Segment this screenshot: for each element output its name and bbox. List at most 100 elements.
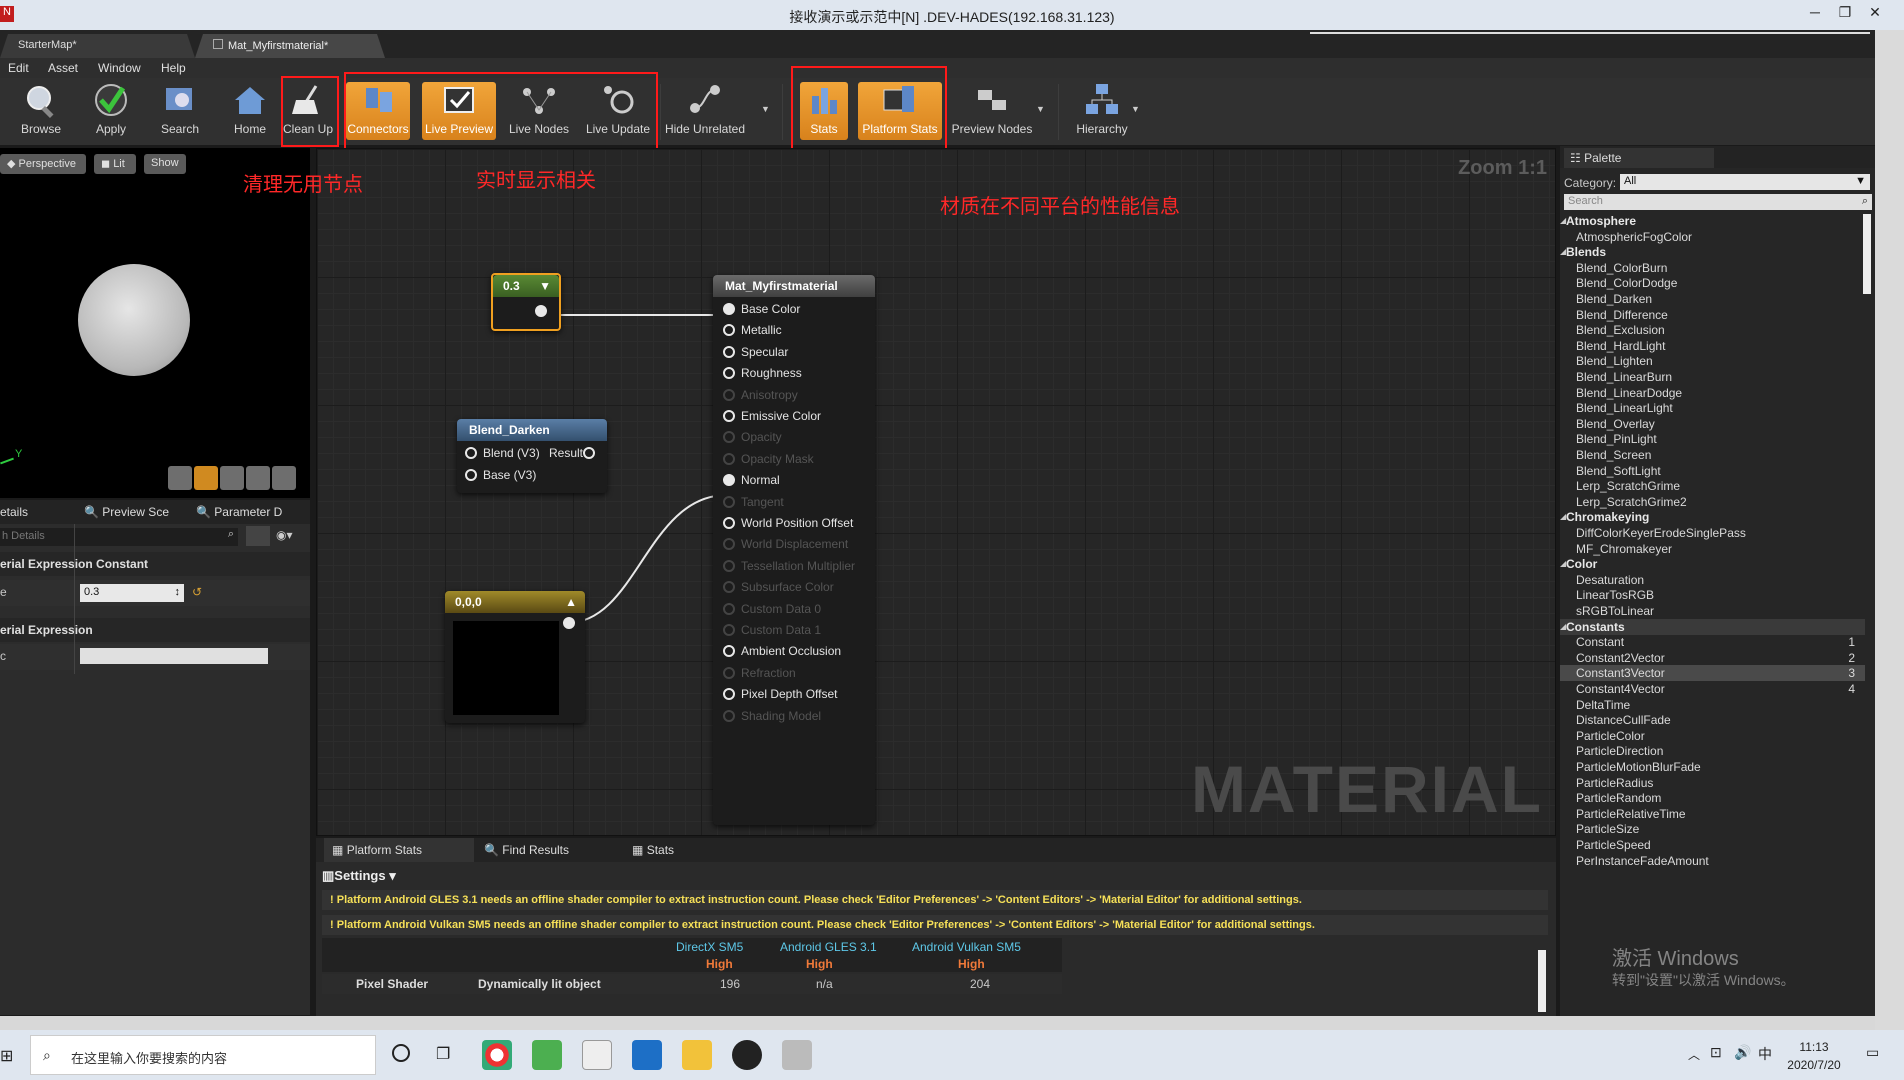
material-input-pin[interactable] xyxy=(723,517,735,529)
material-input-pin[interactable] xyxy=(723,452,735,465)
palette-item[interactable]: ParticleDirection xyxy=(1576,744,1663,758)
text-editor-icon[interactable] xyxy=(582,1040,612,1070)
perspective-button[interactable]: ◆ Perspective xyxy=(0,154,86,174)
menu-help[interactable]: Help xyxy=(161,61,186,75)
tab-preview-scene[interactable]: 🔍 Preview Sce xyxy=(84,500,184,524)
expand-arrow-icon[interactable]: ◢ xyxy=(1560,622,1566,631)
output-pin[interactable] xyxy=(535,305,547,317)
expand-arrow-icon[interactable]: ◢ xyxy=(1560,247,1566,256)
minimize-icon[interactable]: ─ xyxy=(1802,4,1828,24)
tab-startermap[interactable]: StarterMap* xyxy=(0,34,195,58)
preview-viewport[interactable]: ◆ Perspective ◼ Lit Show Y xyxy=(0,148,310,498)
desc-input[interactable] xyxy=(80,648,268,664)
palette-item[interactable]: DistanceCullFade xyxy=(1576,713,1671,727)
material-input-pin[interactable] xyxy=(723,559,735,572)
palette-item[interactable]: Constant3Vector xyxy=(1576,666,1665,680)
close-icon[interactable]: ✕ xyxy=(1862,4,1888,24)
palette-item[interactable]: Blend_LinearDodge xyxy=(1576,386,1682,400)
unreal-engine-icon[interactable] xyxy=(732,1040,762,1070)
tab-material[interactable]: Mat_Myfirstmaterial* xyxy=(195,34,385,58)
section-expression[interactable]: erial Expression xyxy=(0,618,310,642)
palette-item[interactable]: Blend_Exclusion xyxy=(1576,323,1665,337)
palette-item[interactable]: Blend_Overlay xyxy=(1576,417,1655,431)
palette-category[interactable]: Constants xyxy=(1566,620,1625,634)
search-button[interactable]: Search xyxy=(154,82,206,140)
file-explorer-icon[interactable] xyxy=(682,1040,712,1070)
result-output-pin[interactable] xyxy=(583,447,595,459)
palette-item[interactable]: Blend_Difference xyxy=(1576,308,1668,322)
palette-item[interactable]: Lerp_ScratchGrime2 xyxy=(1576,495,1687,509)
material-input-pin[interactable] xyxy=(723,474,735,487)
blend-darken-node[interactable]: Blend_Darken Blend (V3) Result Base (V3) xyxy=(457,419,607,493)
palette-item[interactable]: Blend_LinearLight xyxy=(1576,401,1673,415)
show-button[interactable]: Show xyxy=(144,154,186,174)
tab-palette[interactable]: ☷ Palette xyxy=(1564,148,1714,168)
material-input-pin[interactable] xyxy=(723,388,735,401)
chevron-down-icon[interactable]: ▼ xyxy=(1131,104,1140,114)
palette-item[interactable]: Constant xyxy=(1576,635,1624,649)
collapse-arrow-icon[interactable]: ▼ xyxy=(539,279,551,293)
palette-item[interactable]: ParticleRandom xyxy=(1576,791,1661,805)
palette-item[interactable]: Constant4Vector xyxy=(1576,682,1665,696)
material-result-node[interactable]: Mat_Myfirstmaterial Base Color Metallic Sp… xyxy=(713,275,875,825)
hide-unrelated-button[interactable]: Hide Unrelated xyxy=(664,82,746,140)
eye-icon[interactable]: ◉▾ xyxy=(276,528,293,542)
cube-icon[interactable] xyxy=(246,466,270,490)
browse-button[interactable]: Browse xyxy=(16,82,66,140)
windows-start-icon[interactable]: ⊞ xyxy=(0,1046,13,1066)
vector-node[interactable]: 0,0,0 ▲ xyxy=(445,591,585,723)
material-input-pin[interactable] xyxy=(723,602,735,615)
palette-item[interactable]: Blend_ColorDodge xyxy=(1576,276,1677,290)
palette-item[interactable]: Lerp_ScratchGrime xyxy=(1576,479,1680,493)
palette-item[interactable]: Blend_LinearBurn xyxy=(1576,370,1672,384)
cylinder-icon[interactable] xyxy=(168,466,192,490)
tab-parameter-defaults[interactable]: 🔍 Parameter D xyxy=(196,500,306,524)
material-graph[interactable]: Zoom 1:1 MATERIAL 0.3 ▼ Blend_Darken Blen… xyxy=(316,148,1556,836)
clock-time[interactable]: 11:13 xyxy=(1784,1040,1844,1054)
palette-category[interactable]: Chromakeying xyxy=(1566,510,1649,524)
palette-item[interactable]: Blend_SoftLight xyxy=(1576,464,1661,478)
value-input[interactable]: 0.3 ↕ xyxy=(80,584,184,602)
lit-button[interactable]: ◼ Lit xyxy=(94,154,136,174)
palette-item[interactable]: Blend_PinLight xyxy=(1576,432,1657,446)
reset-arrow-icon[interactable]: ↺ xyxy=(192,585,202,599)
section-expression-constant[interactable]: erial Expression Constant xyxy=(0,552,310,576)
tab-details[interactable]: etails xyxy=(0,500,70,524)
cortana-icon[interactable] xyxy=(392,1044,410,1062)
material-input-pin[interactable] xyxy=(723,624,735,636)
network-icon[interactable]: ⊡ xyxy=(1710,1044,1722,1061)
palette-item[interactable]: Constant2Vector xyxy=(1576,651,1665,665)
palette-item[interactable]: sRGBToLinear xyxy=(1576,604,1654,618)
expand-arrow-icon[interactable]: ◢ xyxy=(1560,512,1566,521)
palette-item[interactable]: Desaturation xyxy=(1576,573,1644,587)
palette-item[interactable]: Blend_HardLight xyxy=(1576,339,1665,353)
remote-desktop-icon[interactable] xyxy=(782,1040,812,1070)
blend-input-pin[interactable] xyxy=(465,447,477,459)
clock-date[interactable]: 2020/7/20 xyxy=(1776,1058,1852,1072)
scrollbar[interactable] xyxy=(1538,950,1546,1012)
base-input-pin[interactable] xyxy=(465,469,477,481)
palette-item[interactable]: ParticleRadius xyxy=(1576,776,1653,790)
material-input-pin[interactable] xyxy=(723,410,735,422)
tab-stats[interactable]: ▦ Stats xyxy=(624,838,764,862)
tab-find-results[interactable]: 🔍 Find Results xyxy=(476,838,616,862)
material-input-pin[interactable] xyxy=(723,666,735,679)
custom-mesh-icon[interactable] xyxy=(272,466,296,490)
collapse-arrow-icon[interactable]: ▲ xyxy=(565,595,577,609)
palette-item[interactable]: ParticleRelativeTime xyxy=(1576,807,1686,821)
material-input-pin[interactable] xyxy=(723,709,735,722)
chevron-down-icon[interactable]: ▼ xyxy=(761,104,770,114)
palette-item[interactable]: PerInstanceFadeAmount xyxy=(1576,854,1709,868)
preview-nodes-button[interactable]: Preview Nodes xyxy=(950,82,1034,140)
palette-item[interactable]: Blend_Screen xyxy=(1576,448,1651,462)
tab-platform-stats[interactable]: ▦ Platform Stats xyxy=(324,838,474,862)
palette-item[interactable]: ParticleSpeed xyxy=(1576,838,1651,852)
remote-scrollbar[interactable] xyxy=(1875,30,1904,1030)
restore-icon[interactable]: ❐ xyxy=(1832,4,1858,24)
chrome-icon[interactable] xyxy=(482,1040,512,1070)
wechat-icon[interactable] xyxy=(532,1040,562,1070)
ime-indicator[interactable]: 中 xyxy=(1758,1044,1772,1064)
horizontal-scrollbar[interactable] xyxy=(0,1016,1875,1030)
material-input-pin[interactable] xyxy=(723,495,735,508)
palette-item[interactable]: Blend_Darken xyxy=(1576,292,1652,306)
